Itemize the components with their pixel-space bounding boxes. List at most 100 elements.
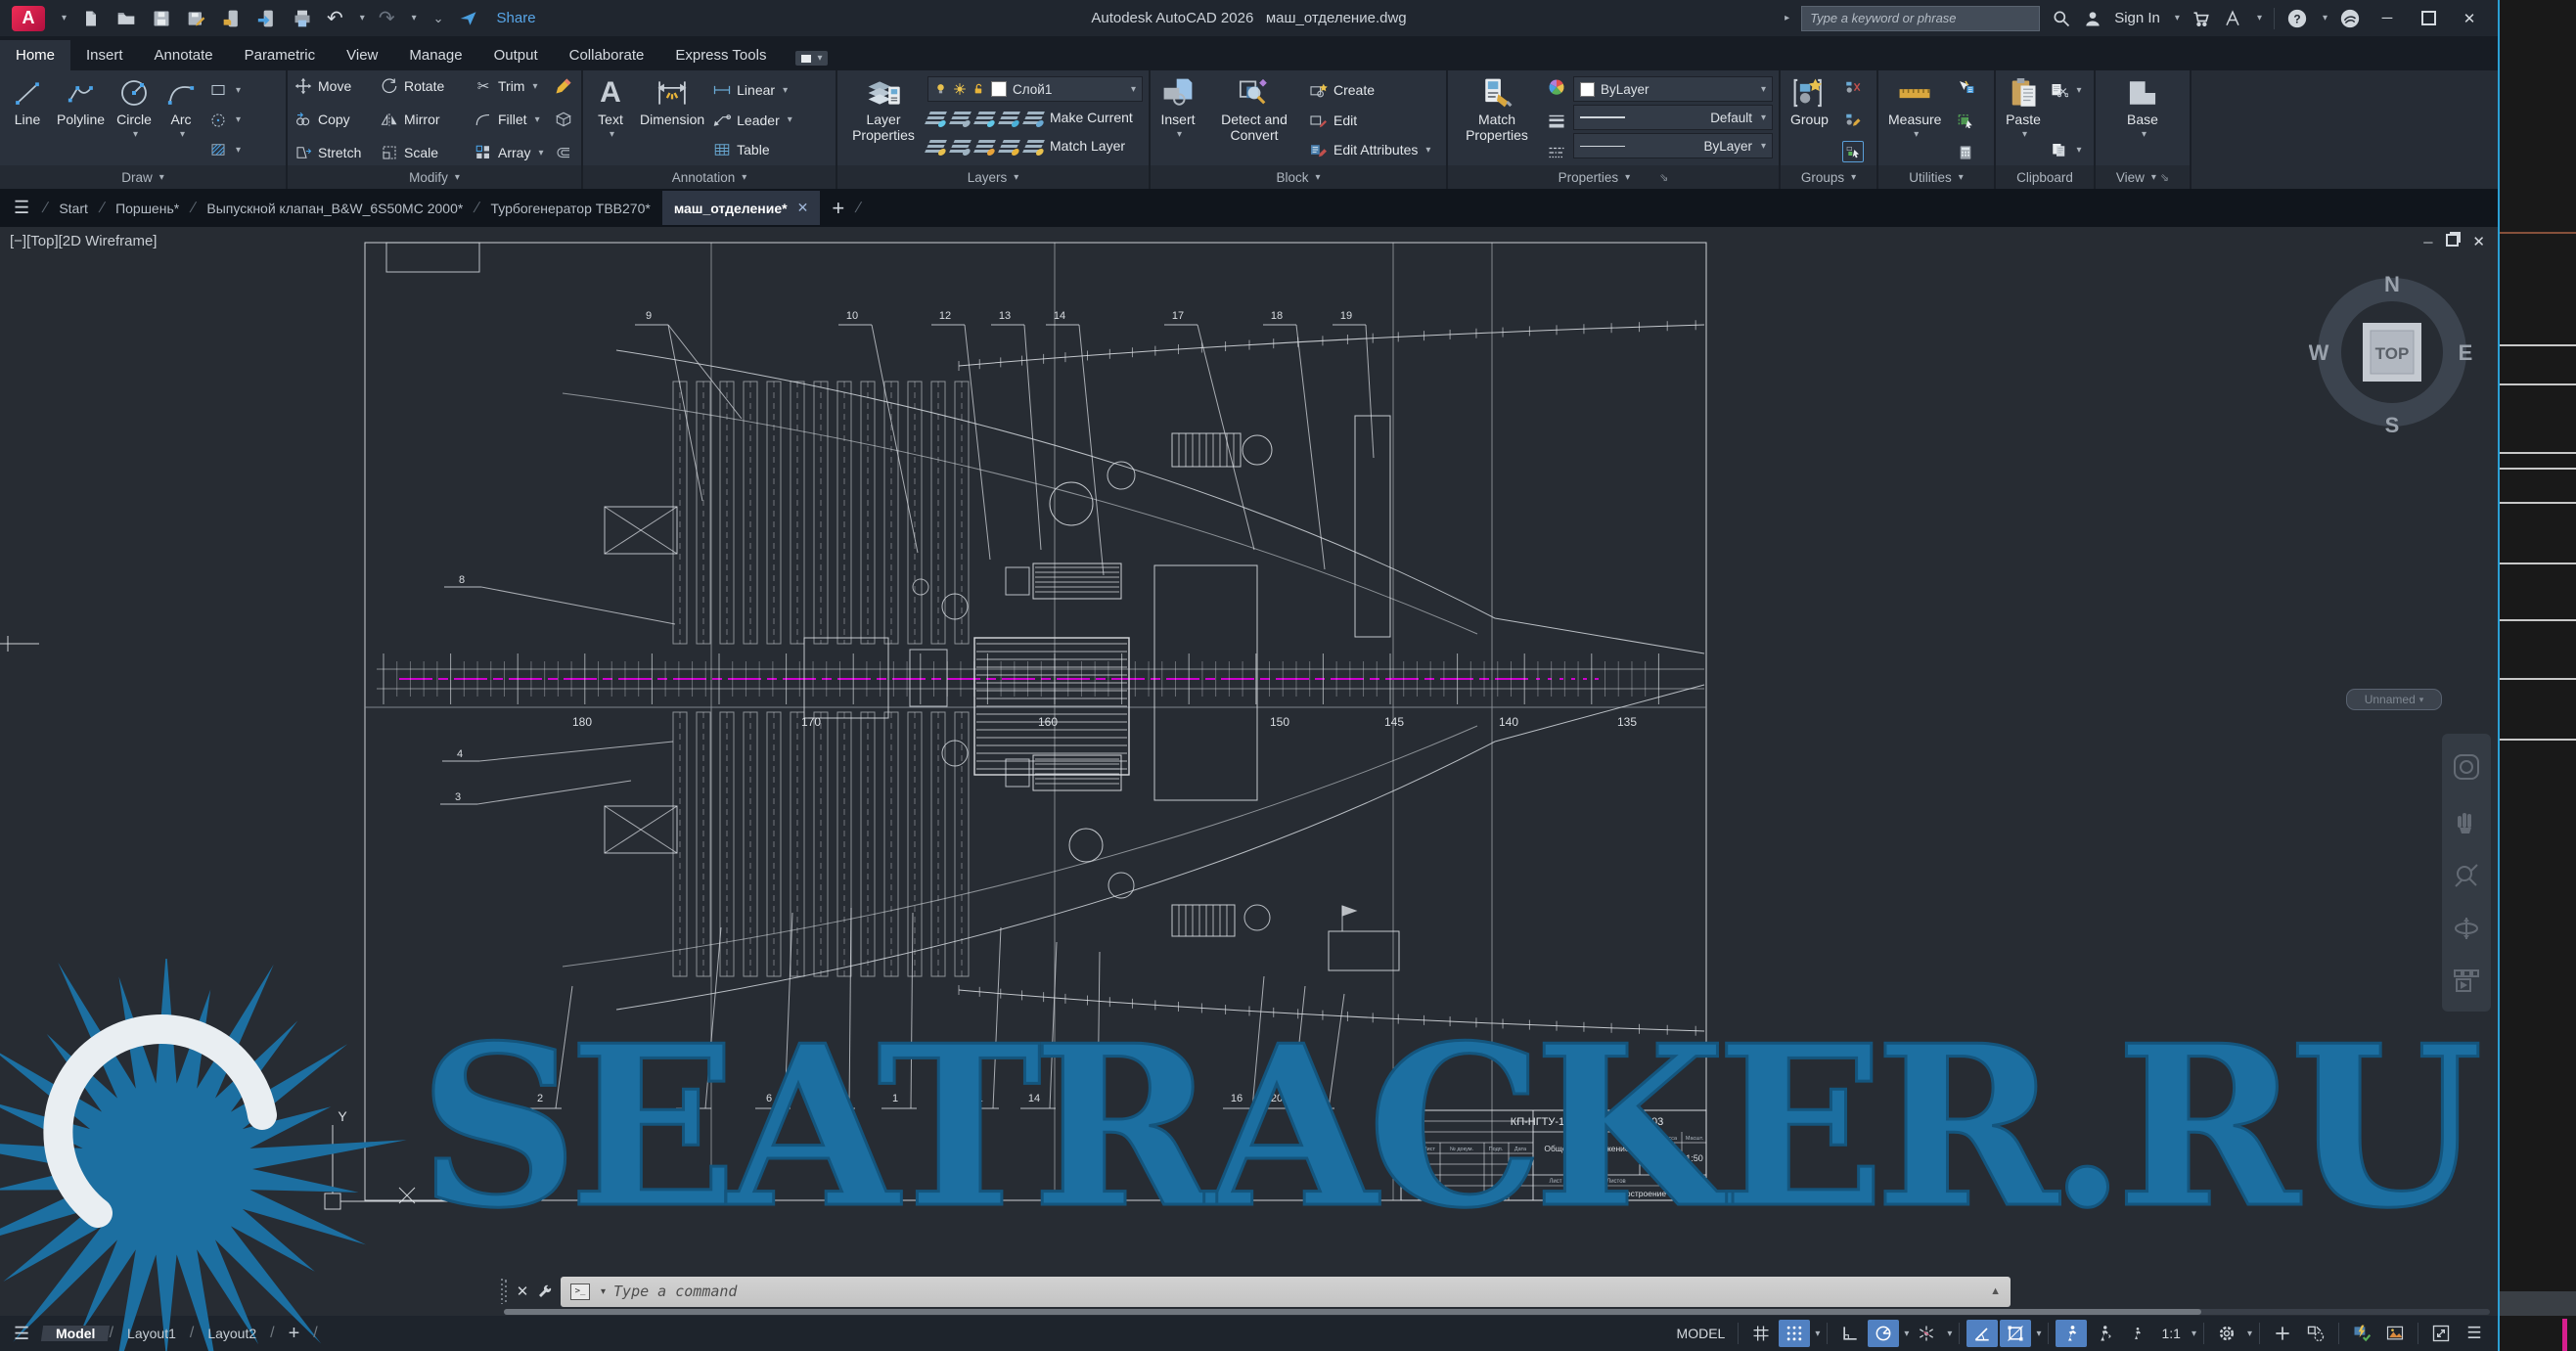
polyline-button[interactable]: Polyline [53, 74, 109, 165]
annotation-monitor-toggle[interactable] [2267, 1320, 2298, 1347]
rectangle-button[interactable]: ▾ [208, 77, 241, 103]
maximize-button[interactable] [2414, 8, 2443, 29]
trim-button[interactable]: ✂Trim▾ [474, 73, 550, 99]
block-create-button[interactable]: Create [1309, 77, 1430, 103]
match-layer-button[interactable]: Match Layer [1050, 133, 1125, 158]
circle-button[interactable]: Circle▾ [113, 74, 156, 165]
tab-collaborate[interactable]: Collaborate [554, 40, 660, 70]
group-selection-toggle[interactable] [1842, 141, 1864, 162]
linear-button[interactable]: Linear▾ [712, 77, 792, 103]
drawing-canvas[interactable]: 1801701601501451401359101213141718192765… [0, 227, 2498, 1316]
print-icon[interactable] [292, 8, 313, 29]
group-button[interactable]: Group [1786, 74, 1832, 165]
stretch-button[interactable]: Stretch [294, 140, 376, 165]
new-layout-button[interactable]: + [275, 1323, 314, 1345]
arc-button[interactable]: Arc▾ [159, 74, 203, 165]
layer-match-icon[interactable] [949, 140, 972, 153]
mirror-button[interactable]: Mirror [380, 107, 470, 132]
signin-dropdown-icon[interactable]: ▾ [2175, 13, 2180, 23]
viewport-controls-label[interactable]: [−][Top][2D Wireframe] [10, 233, 157, 249]
cut-button[interactable]: ▾ [2051, 77, 2081, 103]
layout-tab-model[interactable]: Model [41, 1326, 111, 1341]
save-as-icon[interactable] [186, 8, 207, 29]
redo-icon[interactable]: ↷ [379, 6, 395, 30]
group-edit-icon[interactable] [1843, 110, 1863, 129]
tab-express-tools[interactable]: Express Tools [659, 40, 782, 70]
user-icon[interactable] [2083, 9, 2102, 28]
customization-menu-icon[interactable]: ☰ [2459, 1320, 2490, 1347]
make-current-button[interactable]: Make Current [1050, 105, 1133, 130]
panel-layers-footer[interactable]: Layers▾ [837, 165, 1149, 189]
save-icon[interactable] [151, 8, 172, 29]
layout-tab-layout1[interactable]: Layout1 [113, 1326, 190, 1341]
layer-color-swatch[interactable] [991, 81, 1007, 97]
help-dropdown-icon[interactable]: ▾ [2323, 13, 2327, 23]
isodraft-toggle[interactable] [1911, 1320, 1942, 1347]
panel-utilities-footer[interactable]: Utilities▾ [1878, 165, 1994, 189]
copy-clip-button[interactable]: ▾ [2051, 137, 2081, 162]
edit-attributes-button[interactable]: Edit Attributes▾ [1309, 137, 1430, 162]
osnap-dropdown-icon[interactable]: ▾ [2036, 1328, 2041, 1339]
table-button[interactable]: Table [712, 137, 792, 162]
erase-button[interactable] [554, 73, 573, 99]
move-button[interactable]: Move [294, 73, 376, 99]
ucs-selector[interactable]: Unnamed▾ [2346, 689, 2442, 710]
autodesk-dropdown-icon[interactable]: ▾ [2257, 13, 2262, 23]
layout-menu-icon[interactable]: ☰ [0, 1324, 42, 1344]
panel-draw-footer[interactable]: Draw▾ [0, 165, 286, 189]
layer-select[interactable]: Слой1 ▾ [927, 76, 1143, 102]
model-space-button[interactable]: MODEL [1671, 1326, 1732, 1341]
annotation-scale-icon[interactable] [2122, 1320, 2153, 1347]
layer-lock2-icon[interactable] [998, 112, 1020, 124]
line-button[interactable]: Line [6, 74, 49, 165]
new-file-icon[interactable] [80, 8, 102, 29]
panel-groups-footer[interactable]: Groups▾ [1781, 165, 1876, 189]
autodesk-icon[interactable] [2223, 10, 2242, 27]
open-folder-icon[interactable] [115, 8, 137, 29]
linetype-icon[interactable] [1547, 143, 1566, 162]
file-tabs-menu-icon[interactable]: ☰ [0, 198, 43, 218]
autocad-logo-icon[interactable]: A [12, 6, 45, 31]
command-history-dropdown-icon[interactable]: ▾ [601, 1286, 606, 1297]
tab-output[interactable]: Output [478, 40, 554, 70]
linetype-select[interactable]: ByLayer▾ [1573, 133, 1773, 158]
graphics-performance-button[interactable] [2346, 1320, 2377, 1347]
ellipse-button[interactable]: ▾ [208, 108, 241, 133]
command-customize-wrench-icon[interactable] [537, 1283, 555, 1299]
object-snap-toggle[interactable] [2000, 1320, 2031, 1347]
ortho-toggle[interactable] [1834, 1320, 1866, 1347]
annotation-visibility-toggle[interactable] [2056, 1320, 2087, 1347]
quick-select-icon[interactable] [1956, 77, 1975, 97]
scrollbar-thumb[interactable] [504, 1309, 2201, 1315]
assistant-icon[interactable] [2339, 8, 2361, 29]
panel-block-footer[interactable]: Block▾ [1151, 165, 1446, 189]
panel-annotation-footer[interactable]: Annotation▾ [583, 165, 836, 189]
explode-button[interactable] [554, 107, 573, 132]
clean-screen-button[interactable] [2379, 1320, 2411, 1347]
drawing-close-icon[interactable]: ✕ [2472, 233, 2485, 250]
layer-unisolate-icon[interactable] [949, 112, 972, 124]
layer-on-icon[interactable] [934, 82, 947, 96]
isodraft-dropdown-icon[interactable]: ▾ [1947, 1328, 1952, 1339]
annotation-autoscale-toggle[interactable] [2089, 1320, 2120, 1347]
detect-convert-button[interactable]: Detect and Convert [1203, 74, 1305, 165]
layer-thaw-icon[interactable] [973, 140, 996, 153]
file-tab-start[interactable]: Start [47, 192, 100, 225]
file-tab-mash-otdelenie[interactable]: маш_отделение* ✕ [662, 191, 821, 225]
layer-dropdown-icon[interactable]: ▾ [1131, 84, 1136, 95]
command-expand-icon[interactable]: ▲ [1990, 1285, 2001, 1297]
horizontal-scrollbar[interactable] [504, 1309, 2490, 1315]
tab-parametric[interactable]: Parametric [229, 40, 332, 70]
fillet-button[interactable]: Fillet▾ [474, 107, 550, 132]
lineweight-select[interactable]: Default▾ [1573, 105, 1773, 130]
search-icon[interactable] [2052, 9, 2071, 28]
ungroup-icon[interactable] [1843, 77, 1863, 97]
layer-freeze2-icon[interactable] [973, 112, 996, 124]
quick-calculator-icon[interactable] [1956, 143, 1975, 162]
properties-dialog-launcher[interactable]: ⇘ [1659, 171, 1668, 184]
search-expand-icon[interactable]: ▸ [1785, 13, 1789, 23]
undo-icon[interactable]: ↶ [327, 6, 343, 30]
ribbon-display-toggle[interactable]: ▾ [795, 51, 828, 66]
annotation-scale-dropdown-icon[interactable]: ▾ [2192, 1328, 2196, 1339]
view-dialog-launcher[interactable]: ⇘ [2160, 171, 2169, 184]
